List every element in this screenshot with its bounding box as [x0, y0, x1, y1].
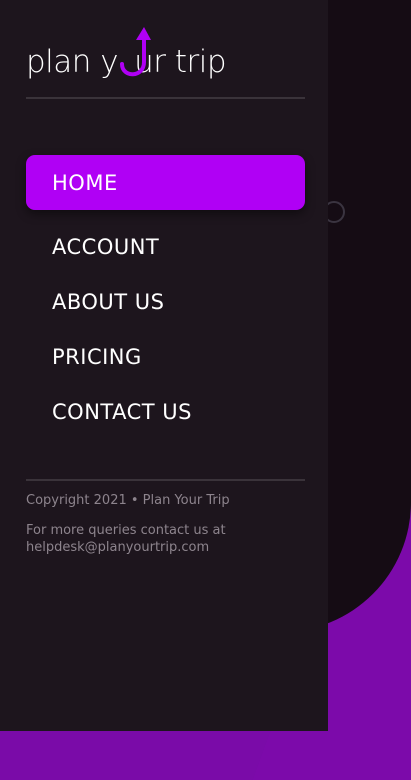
copyright-text: Copyright 2021 • Plan Your Trip: [26, 493, 230, 508]
nav-item-contact-us[interactable]: CONTACT US: [26, 384, 305, 439]
logo-arrow-icon: [120, 27, 151, 77]
navigation-drawer: plan y ur trip HOME ACCOUNT ABOUT US PRIC…: [0, 0, 328, 731]
nav-item-account[interactable]: ACCOUNT: [26, 219, 305, 274]
nav-item-about-us[interactable]: ABOUT US: [26, 274, 305, 329]
contact-text: For more queries contact us at helpdesk@…: [26, 522, 316, 556]
nav-item-label: ABOUT US: [52, 289, 165, 314]
nav-item-home[interactable]: HOME: [26, 155, 305, 210]
nav-item-label: ACCOUNT: [52, 234, 160, 259]
logo: plan y ur trip: [26, 24, 236, 80]
contact-email[interactable]: helpdesk@planyourtrip.com: [26, 539, 316, 556]
nav-item-label: CONTACT US: [52, 399, 192, 424]
nav-item-pricing[interactable]: PRICING: [26, 329, 305, 384]
logo-text-part1: plan y: [26, 44, 119, 80]
header-divider: [26, 97, 305, 99]
contact-line: For more queries contact us at: [26, 523, 226, 538]
nav-item-label: HOME: [52, 170, 118, 195]
nav-item-label: PRICING: [52, 344, 142, 369]
footer-divider: [26, 479, 305, 481]
